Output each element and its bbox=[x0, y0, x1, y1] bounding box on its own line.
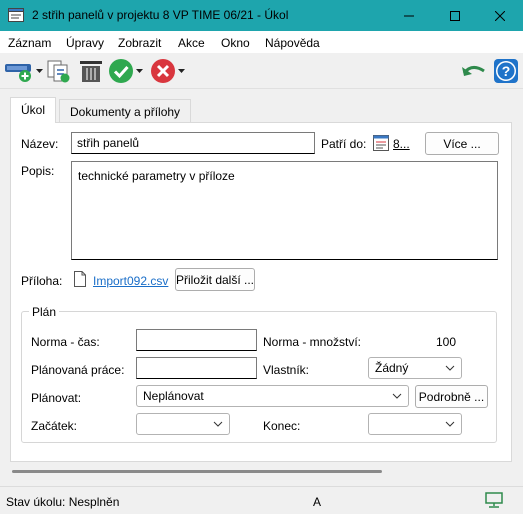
end-label: Konec: bbox=[263, 419, 301, 433]
svg-text:?: ? bbox=[502, 63, 511, 79]
file-icon bbox=[74, 271, 86, 287]
menu-akce[interactable]: Akce bbox=[178, 36, 205, 50]
more-button[interactable]: Více ... bbox=[425, 132, 499, 155]
help-icon: ? bbox=[494, 59, 518, 83]
belongs-link[interactable]: 8... bbox=[393, 137, 410, 151]
delete-button[interactable] bbox=[78, 57, 104, 85]
tab-ukol[interactable]: Úkol bbox=[10, 97, 57, 123]
minimize-icon bbox=[404, 15, 414, 16]
plan-group-label: Plán bbox=[29, 305, 60, 319]
maximize-button[interactable] bbox=[432, 0, 478, 31]
toolbar: ? bbox=[0, 53, 523, 89]
attach-more-button[interactable]: Přiložit další ... bbox=[175, 268, 255, 291]
belongs-label: Patří do: bbox=[321, 137, 367, 151]
horizontal-scrollbar[interactable] bbox=[6, 465, 518, 479]
help-button[interactable]: ? bbox=[493, 57, 519, 85]
delete-icon bbox=[80, 61, 102, 82]
norm-time-field[interactable] bbox=[136, 329, 257, 351]
norm-qty-label: Norma - množství: bbox=[263, 335, 362, 349]
complete-icon bbox=[109, 59, 133, 83]
copy-button[interactable] bbox=[46, 57, 72, 85]
menu-zaznam[interactable]: Záznam bbox=[8, 36, 51, 50]
task-app-icon bbox=[8, 8, 24, 22]
new-task-icon bbox=[5, 64, 31, 82]
details-button[interactable]: Podrobně ... bbox=[415, 385, 488, 408]
undo-button[interactable] bbox=[460, 57, 488, 85]
maximize-icon bbox=[450, 10, 460, 21]
menu-napoveda[interactable]: Nápověda bbox=[265, 36, 320, 50]
status-mode-text: A bbox=[313, 495, 322, 509]
chevron-down-icon bbox=[36, 69, 43, 73]
undo-icon bbox=[462, 66, 485, 76]
name-label: Název: bbox=[21, 137, 59, 151]
project-icon bbox=[373, 135, 389, 151]
menu-okno[interactable]: Okno bbox=[221, 36, 250, 50]
attachment-file-link[interactable]: Import092.csv bbox=[93, 274, 168, 288]
name-field[interactable]: střih panelů bbox=[71, 132, 315, 154]
minimize-button[interactable] bbox=[386, 0, 432, 31]
title-bar[interactable]: 2 střih panelů v projektu 8 VP TIME 06/2… bbox=[0, 0, 523, 31]
schedule-select[interactable]: Neplánovat bbox=[136, 385, 409, 407]
description-label: Popis: bbox=[21, 164, 55, 178]
planned-work-label: Plánovaná práce: bbox=[31, 363, 125, 377]
attachment-label: Příloha: bbox=[21, 274, 63, 288]
owner-select[interactable]: Žádný bbox=[368, 357, 462, 379]
owner-select-value: Žádný bbox=[375, 361, 409, 375]
menu-bar: Záznam Úpravy Zobrazit Akce Okno Nápověd… bbox=[0, 31, 523, 53]
copy-icon bbox=[47, 60, 70, 83]
complete-button[interactable] bbox=[108, 57, 143, 85]
start-label: Začátek: bbox=[31, 419, 78, 433]
planned-work-field[interactable] bbox=[136, 357, 257, 379]
chevron-down-icon bbox=[178, 69, 185, 73]
window-title: 2 střih panelů v projektu 8 VP TIME 06/2… bbox=[32, 8, 289, 22]
close-button[interactable] bbox=[477, 0, 523, 31]
scrollbar-thumb[interactable] bbox=[12, 470, 382, 473]
description-field[interactable]: technické parametry v příloze bbox=[71, 161, 498, 260]
menu-upravy[interactable]: Úpravy bbox=[66, 36, 104, 50]
task-state-text: Stav úkolu: Nesplněn bbox=[6, 495, 120, 509]
cancel-icon bbox=[151, 59, 175, 83]
connection-icon bbox=[485, 492, 503, 508]
schedule-label: Plánovat: bbox=[31, 391, 82, 405]
cancel-button[interactable] bbox=[150, 57, 185, 85]
norm-qty-value: 100 bbox=[436, 335, 457, 349]
chevron-down-icon bbox=[445, 365, 455, 371]
chevron-down-icon bbox=[445, 421, 455, 427]
new-task-button[interactable] bbox=[4, 57, 43, 85]
close-icon bbox=[495, 10, 505, 21]
status-bar: Stav úkolu: Nesplněn A bbox=[0, 486, 523, 514]
start-date-select[interactable] bbox=[136, 413, 230, 435]
owner-label: Vlastník: bbox=[263, 363, 310, 377]
tab-dokumenty[interactable]: Dokumenty a přílohy bbox=[59, 99, 192, 123]
menu-zobrazit[interactable]: Zobrazit bbox=[118, 36, 161, 50]
chevron-down-icon bbox=[136, 69, 143, 73]
schedule-select-value: Neplánovat bbox=[143, 389, 204, 403]
norm-time-label: Norma - čas: bbox=[31, 335, 100, 349]
end-date-select[interactable] bbox=[368, 413, 462, 435]
chevron-down-icon bbox=[392, 393, 402, 399]
chevron-down-icon bbox=[213, 421, 223, 427]
